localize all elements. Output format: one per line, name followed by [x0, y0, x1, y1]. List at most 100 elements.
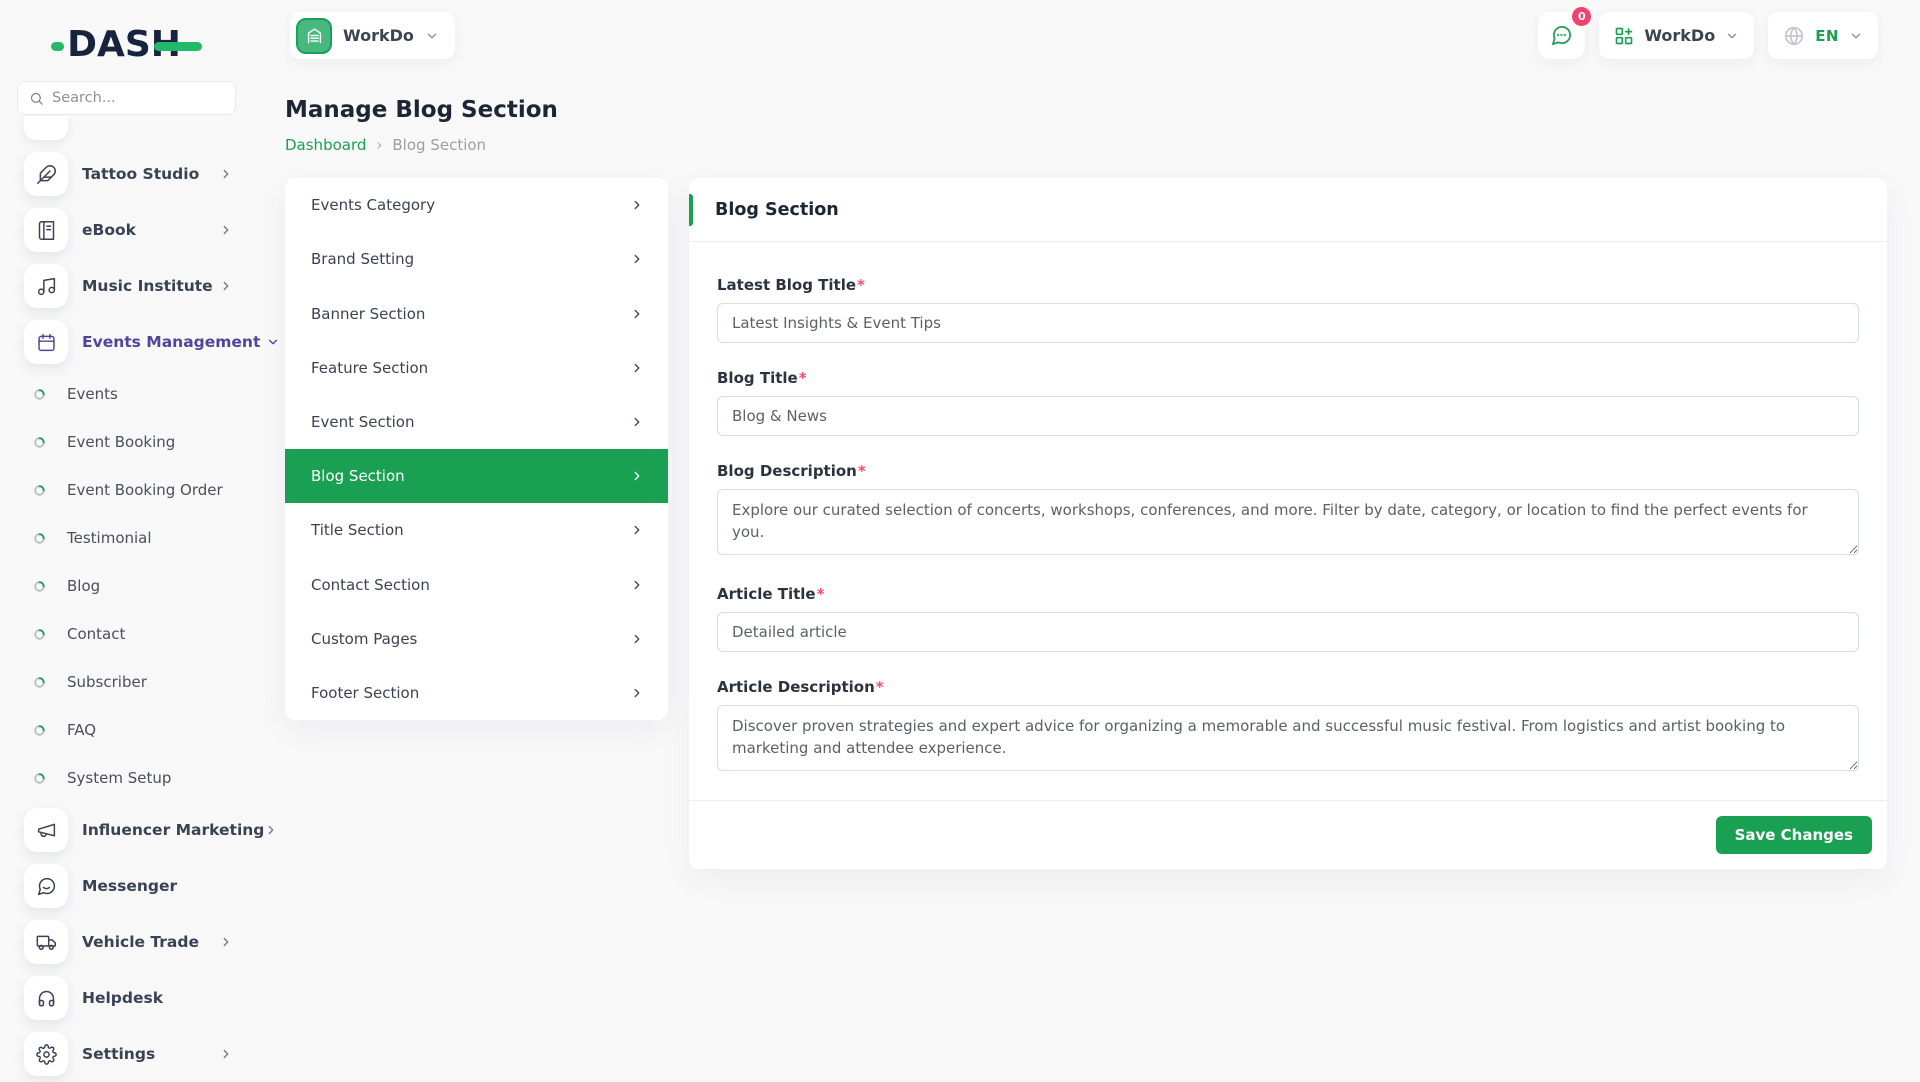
menu-item-blog-section[interactable]: Blog Section [285, 449, 668, 503]
field-label: Article Description* [717, 678, 1859, 696]
card-footer: Save Changes [689, 800, 1887, 869]
required-mark: * [817, 585, 825, 603]
sidebar-subitem-system-setup[interactable]: System Setup [0, 754, 253, 802]
menu-item-feature-section[interactable]: Feature Section [285, 341, 668, 395]
chevron-right-icon [630, 578, 644, 592]
required-mark: * [857, 276, 865, 294]
sidebar-subitem-subscriber[interactable]: Subscriber [0, 658, 253, 706]
ring-icon [33, 484, 46, 497]
menu-item-contact-section[interactable]: Contact Section [285, 557, 668, 611]
sidebar-item-settings[interactable]: Settings [0, 1026, 253, 1082]
sidebar-item-music-institute[interactable]: Music Institute [0, 258, 253, 314]
breadcrumb-current: Blog Section [392, 136, 486, 154]
sidebar-item-label: Messenger [82, 877, 177, 895]
field-label: Blog Description* [717, 462, 1859, 480]
sidebar-item-messenger[interactable]: Messenger [0, 858, 253, 914]
calendar-icon [24, 320, 68, 364]
search-input[interactable] [52, 90, 224, 106]
chevron-right-icon [630, 523, 644, 537]
ring-icon [33, 724, 46, 737]
sidebar-subitem-label: FAQ [67, 721, 96, 739]
sidebar-item-label: Settings [82, 1045, 155, 1063]
menu-item-banner-section[interactable]: Banner Section [285, 286, 668, 340]
chevron-right-icon [630, 361, 644, 375]
sidebar-subitem-events[interactable]: Events [0, 370, 253, 418]
sidebar-search[interactable] [17, 81, 236, 115]
menu-item-label: Custom Pages [311, 630, 417, 648]
sidebar-subitem-label: System Setup [67, 769, 171, 787]
menu-item-custom-pages[interactable]: Custom Pages [285, 612, 668, 666]
sidebar-subitem-contact[interactable]: Contact [0, 610, 253, 658]
menu-item-events-category[interactable]: Events Category [285, 178, 668, 232]
sidebar-subitem-label: Blog [67, 577, 100, 595]
field-article-title: Article Title* [717, 585, 1859, 652]
chevron-down-icon [425, 29, 439, 43]
app-logo[interactable]: DASH [0, 20, 253, 68]
menu-item-label: Feature Section [311, 359, 428, 377]
chevron-right-icon [630, 415, 644, 429]
header-accent-bar [689, 194, 693, 226]
field-blog-title: Blog Title* [717, 369, 1859, 436]
sidebar-item-ebook[interactable]: eBook [0, 202, 253, 258]
menu-item-brand-setting[interactable]: Brand Setting [285, 232, 668, 286]
logo-accent-bar [154, 42, 202, 51]
messages-badge: 0 [1572, 7, 1591, 26]
feather-icon [24, 152, 68, 196]
globe-icon [1783, 25, 1805, 47]
blog-description-textarea[interactable]: Explore our curated selection of concert… [717, 489, 1859, 555]
menu-item-event-section[interactable]: Event Section [285, 395, 668, 449]
breadcrumb-separator: › [376, 136, 382, 154]
sidebar-subitem-event-booking[interactable]: Event Booking [0, 418, 253, 466]
sidebar-subitem-label: Events [67, 385, 118, 403]
required-mark: * [799, 369, 807, 387]
menu-item-label: Title Section [311, 521, 404, 539]
page-title: Manage Blog Section [285, 97, 558, 123]
sidebar-item-influencer-marketing[interactable]: Influencer Marketing [0, 802, 253, 858]
field-label: Blog Title* [717, 369, 1859, 387]
sidebar-subitem-label: Subscriber [67, 673, 147, 691]
chevron-right-icon [219, 279, 233, 293]
menu-item-title-section[interactable]: Title Section [285, 503, 668, 557]
sidebar-item-vehicle-trade[interactable]: Vehicle Trade [0, 914, 253, 970]
megaphone-icon [24, 808, 68, 852]
menu-item-label: Blog Section [311, 467, 405, 485]
ring-icon [33, 676, 46, 689]
grid-plus-icon [1614, 26, 1634, 46]
save-button[interactable]: Save Changes [1716, 816, 1872, 854]
sidebar-item-events-management[interactable]: Events Management [0, 314, 253, 370]
breadcrumb-dashboard-link[interactable]: Dashboard [285, 136, 366, 154]
messages-button[interactable]: 0 [1538, 12, 1585, 59]
sidebar-subitem-testimonial[interactable]: Testimonial [0, 514, 253, 562]
menu-item-label: Contact Section [311, 576, 430, 594]
sidebar-item-helpdesk[interactable]: Helpdesk [0, 970, 253, 1026]
account-name: WorkDo [1644, 26, 1715, 45]
truck-icon [24, 920, 68, 964]
menu-item-footer-section[interactable]: Footer Section [285, 666, 668, 720]
latest-blog-title-input[interactable] [717, 303, 1859, 343]
chevron-right-icon [630, 307, 644, 321]
chevron-right-icon [630, 198, 644, 212]
sidebar-item-tattoo-studio[interactable]: Tattoo Studio [0, 146, 253, 202]
field-blog-description: Blog Description* Explore our curated se… [717, 462, 1859, 559]
sidebar-subitem-faq[interactable]: FAQ [0, 706, 253, 754]
card-header: Blog Section [689, 178, 1887, 242]
sidebar-item-label: Helpdesk [82, 989, 163, 1007]
sidebar-item-label: eBook [82, 221, 136, 239]
article-description-textarea[interactable]: Discover proven strategies and expert ad… [717, 705, 1859, 771]
workspace-switcher[interactable]: WorkDo [290, 12, 455, 59]
section-menu: Events Category Brand Setting Banner Sec… [285, 178, 668, 720]
music-icon [24, 264, 68, 308]
sidebar-subitem-event-booking-order[interactable]: Event Booking Order [0, 466, 253, 514]
header-actions: 0 WorkDo EN [1538, 12, 1878, 59]
chevron-down-icon [1849, 29, 1863, 43]
blog-title-input[interactable] [717, 396, 1859, 436]
menu-item-label: Footer Section [311, 684, 419, 702]
account-menu[interactable]: WorkDo [1599, 12, 1754, 59]
menu-item-label: Banner Section [311, 305, 425, 323]
card-body: Latest Blog Title* Blog Title* Blog Desc… [689, 242, 1887, 775]
article-title-input[interactable] [717, 612, 1859, 652]
chevron-right-icon [219, 935, 233, 949]
language-selector[interactable]: EN [1768, 12, 1878, 59]
sidebar-subitem-blog[interactable]: Blog [0, 562, 253, 610]
chevron-right-icon [219, 1047, 233, 1061]
